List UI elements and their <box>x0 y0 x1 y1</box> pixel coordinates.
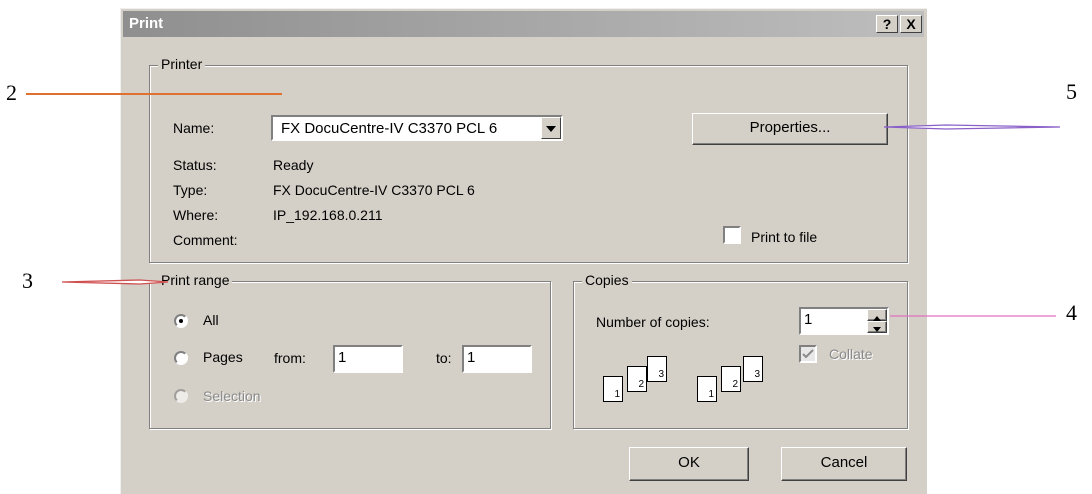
ok-button[interactable]: OK <box>629 447 749 481</box>
annotation-4-line <box>890 315 1056 317</box>
annotation-2-line <box>26 93 282 95</box>
checkmark-icon <box>802 349 814 359</box>
from-input[interactable]: 1 <box>333 345 403 373</box>
to-input[interactable]: 1 <box>462 345 532 373</box>
print-dialog: Print ? X Printer Name: FX DocuCentre-IV… <box>120 8 927 494</box>
where-value: IP_192.168.0.211 <box>273 207 383 223</box>
radio-pages-label[interactable]: Pages <box>203 349 243 365</box>
number-of-copies-label: Number of copies: <box>596 314 710 330</box>
print-to-file-checkbox[interactable] <box>723 226 741 244</box>
radio-all-label[interactable]: All <box>203 312 219 328</box>
to-label: to: <box>436 350 452 366</box>
printer-name-value: FX DocuCentre-IV C3370 PCL 6 <box>281 120 498 137</box>
radio-selection-label: Selection <box>203 388 261 404</box>
spin-down-icon[interactable] <box>867 321 887 333</box>
annotation-3-arrow <box>61 279 169 285</box>
page-icon-2: 2 <box>627 366 647 392</box>
title-bar: Print ? X <box>123 11 924 37</box>
from-label: from: <box>274 350 306 366</box>
annotation-5: 5 <box>1066 79 1077 104</box>
annotation-2: 2 <box>6 80 17 105</box>
printer-group-legend: Printer <box>158 56 206 72</box>
collate-label: Collate <box>829 346 873 362</box>
copies-legend: Copies <box>582 272 632 288</box>
type-label: Type: <box>173 182 208 198</box>
radio-all[interactable] <box>174 314 188 328</box>
annotation-5-arrow <box>883 124 1061 130</box>
annotation-4: 4 <box>1066 300 1077 325</box>
copies-value: 1 <box>804 311 813 328</box>
cancel-button[interactable]: Cancel <box>781 447 907 481</box>
radio-pages[interactable] <box>174 351 188 365</box>
name-label: Name: <box>173 120 215 136</box>
collate-checkbox[interactable] <box>799 345 817 363</box>
type-value: FX DocuCentre-IV C3370 PCL 6 <box>273 182 475 198</box>
close-button[interactable]: X <box>900 15 922 33</box>
printer-name-select[interactable]: FX DocuCentre-IV C3370 PCL 6 <box>271 115 563 141</box>
page-icon-1: 1 <box>603 376 623 402</box>
annotation-3: 3 <box>22 268 33 293</box>
where-label: Where: <box>173 207 219 223</box>
comment-label: Comment: <box>173 232 238 248</box>
radio-selection[interactable] <box>174 389 188 403</box>
help-button[interactable]: ? <box>876 15 898 33</box>
properties-button[interactable]: Properties... <box>692 113 888 145</box>
page-icon-3: 3 <box>647 356 667 382</box>
copies-spinner[interactable] <box>867 309 887 333</box>
chevron-down-icon[interactable] <box>541 117 561 139</box>
status-value: Ready <box>273 157 314 173</box>
spin-up-icon[interactable] <box>867 309 887 321</box>
dialog-title: Print <box>129 15 164 32</box>
page-icon-3: 3 <box>743 356 763 382</box>
page-icon-1: 1 <box>697 376 717 402</box>
status-label: Status: <box>173 157 217 173</box>
print-to-file-label[interactable]: Print to file <box>751 229 817 245</box>
radio-selected-dot <box>179 319 183 323</box>
page-icon-2: 2 <box>721 366 741 392</box>
